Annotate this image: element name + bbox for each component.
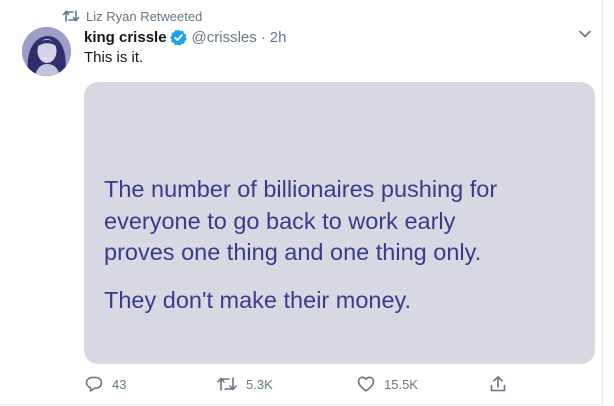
- social-context: Liz Ryan Retweeted: [62, 7, 202, 25]
- media-text-spacer: [104, 269, 584, 285]
- tweet-media-image[interactable]: The number of billionaires pushing for e…: [84, 82, 595, 364]
- author-display-name[interactable]: king crissle: [84, 29, 167, 46]
- like-count: 15.5K: [384, 376, 418, 392]
- heart-icon: [356, 374, 376, 394]
- timeline-divider-vertical: [602, 0, 603, 406]
- author-handle[interactable]: @crissles: [192, 29, 257, 46]
- verified-badge-icon: [169, 29, 187, 46]
- tweet-header: king crissle @crissles · 2h: [84, 26, 286, 48]
- avatar[interactable]: [22, 27, 71, 76]
- like-button[interactable]: 15.5K: [356, 373, 418, 395]
- tweet-text: This is it.: [84, 49, 144, 66]
- media-text-block: The number of billionaires pushing for e…: [104, 174, 584, 316]
- reply-count: 43: [112, 376, 127, 392]
- media-text-line: They don't make their money.: [104, 286, 412, 313]
- header-separator: ·: [260, 28, 266, 46]
- retweeter-link[interactable]: Liz Ryan Retweeted: [86, 9, 202, 24]
- chevron-down-icon[interactable]: [578, 29, 592, 39]
- reply-button[interactable]: 43: [84, 373, 126, 395]
- retweet-button[interactable]: 5.3K: [216, 373, 273, 395]
- retweet-count: 5.3K: [246, 376, 273, 392]
- retweet-context-icon: [62, 9, 80, 23]
- media-text-line: The number of billionaires pushing for: [104, 176, 498, 202]
- tweet-divider: [0, 404, 602, 405]
- tweet-actions: 43 5.3K 15.5K: [84, 373, 604, 395]
- retweet-icon: [216, 375, 238, 393]
- media-text-line: everyone to go back to work early: [104, 207, 456, 234]
- reply-icon: [84, 374, 104, 394]
- share-icon: [488, 374, 508, 394]
- tweet-timestamp[interactable]: 2h: [270, 29, 287, 46]
- share-button[interactable]: [488, 373, 508, 395]
- media-text-line: proves one thing and one thing only.: [104, 239, 482, 265]
- tweet-card[interactable]: Liz Ryan Retweeted king crissle @crissle…: [0, 0, 614, 406]
